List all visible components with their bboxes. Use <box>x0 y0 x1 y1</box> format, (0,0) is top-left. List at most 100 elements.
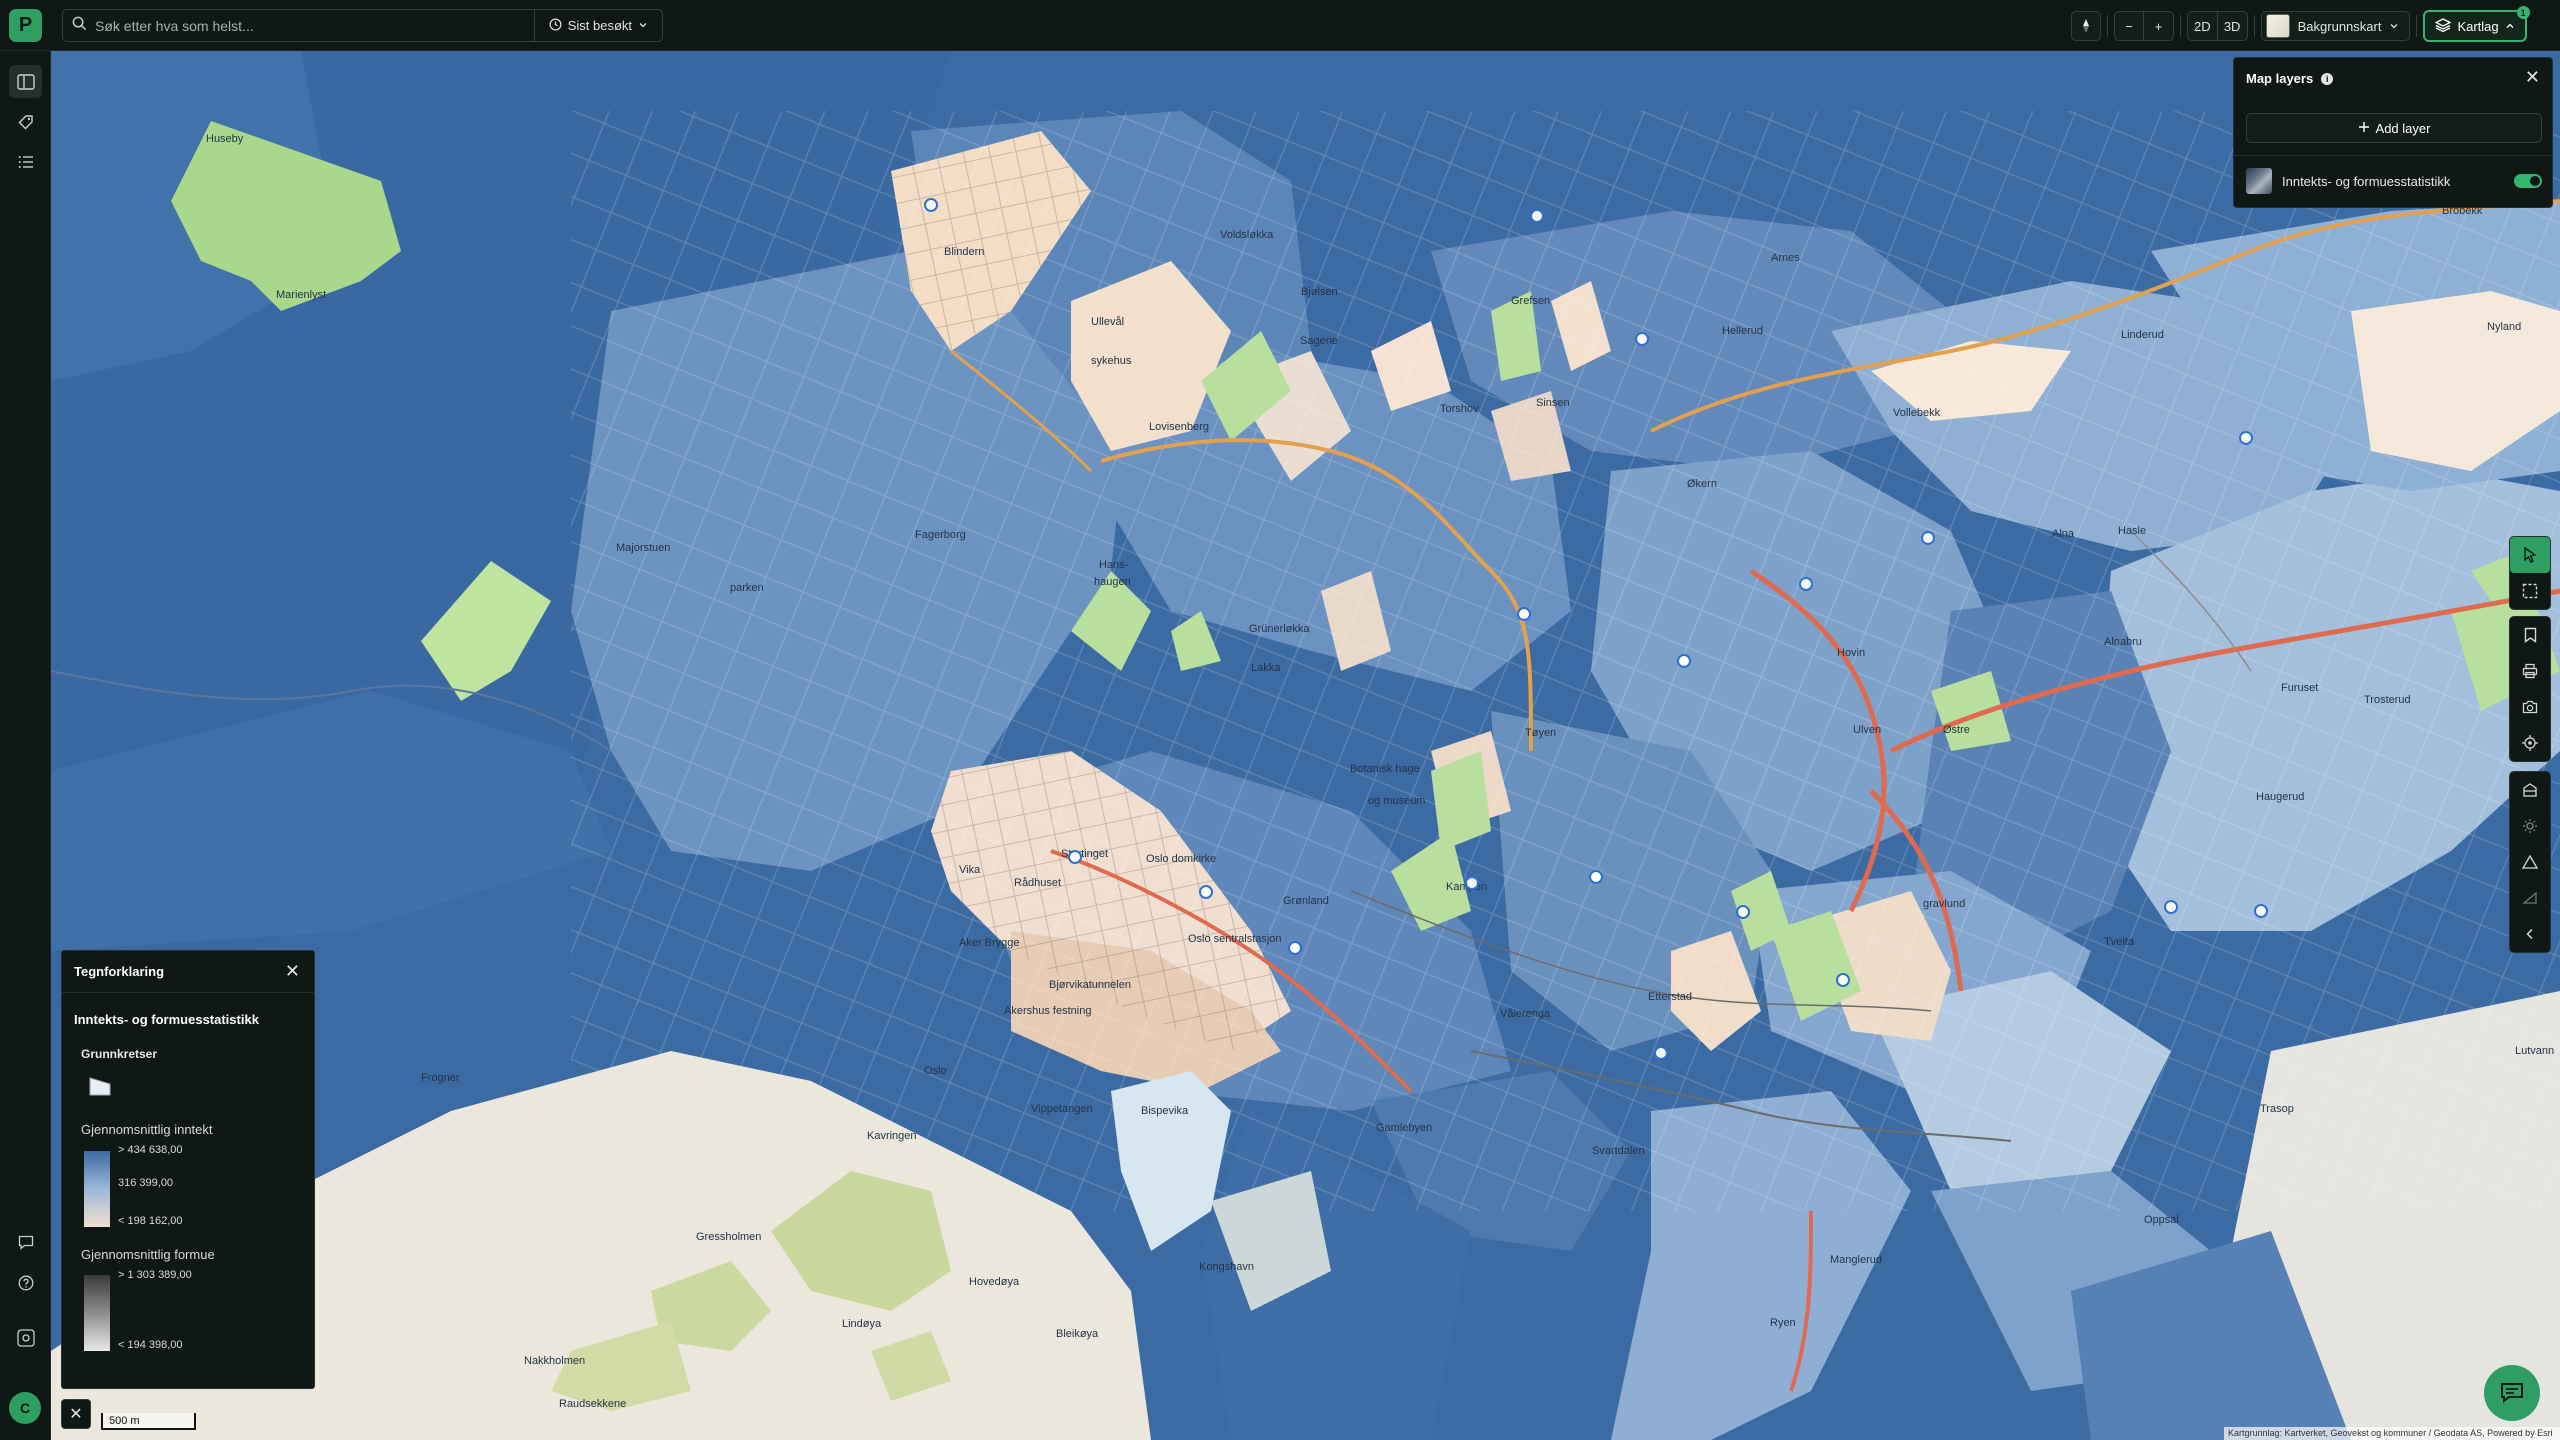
map-label: Frogner <box>421 1072 460 1084</box>
building-icon[interactable] <box>2510 772 2550 808</box>
zoom-out-button[interactable]: − <box>2114 11 2144 41</box>
scale-bar: 500 m <box>101 1413 196 1430</box>
tag-icon[interactable] <box>9 105 42 138</box>
wealth-low-label: < 194 398,00 <box>118 1339 183 1351</box>
map-attribution: Kartgrunnlag: Kartverket, Geovekst og ko… <box>2224 1427 2560 1440</box>
chevron-down-icon <box>2389 19 2399 34</box>
camera-icon[interactable] <box>2510 689 2550 725</box>
app-logo[interactable]: P <box>9 9 42 42</box>
map-label: Vollebekk <box>1893 407 1941 419</box>
map-label: Alnabru <box>2104 636 2142 648</box>
map-layers-panel: Map layers i ✕ Add layer Inntekts- og fo… <box>2233 57 2553 208</box>
user-avatar[interactable]: C <box>9 1392 41 1424</box>
map-label: Vika <box>959 864 981 876</box>
add-layer-button[interactable]: Add layer <box>2246 113 2542 143</box>
close-icon[interactable]: ✕ <box>285 962 300 980</box>
recent-dropdown[interactable]: Sist besøkt <box>533 10 662 41</box>
info-icon[interactable]: i <box>2321 72 2334 85</box>
compass-button[interactable] <box>2071 11 2101 41</box>
layer-visibility-toggle[interactable] <box>2514 174 2542 188</box>
close-legend-button[interactable]: ✕ <box>61 1399 91 1429</box>
map-label: Bispevika <box>1141 1105 1189 1117</box>
layers-button[interactable]: Kartlag 1 <box>2423 6 2530 42</box>
income-mid-label: 316 399,00 <box>118 1177 174 1189</box>
chevron-left-icon[interactable] <box>2510 916 2550 952</box>
map-label: parken <box>730 582 764 594</box>
map-label: Fagerborg <box>915 529 966 541</box>
settings-icon[interactable] <box>9 1321 42 1354</box>
wealth-color-ramp <box>84 1275 110 1351</box>
map-label: Vippetangen <box>1031 1103 1093 1115</box>
layer-row[interactable]: Inntekts- og formuesstatistikk <box>2246 165 2542 197</box>
map-label: Trosterud <box>2364 694 2411 706</box>
map-label: Sagene <box>1300 335 1338 347</box>
help-icon[interactable] <box>9 1266 42 1299</box>
shadow-icon[interactable] <box>2510 880 2550 916</box>
chevron-down-icon <box>638 18 648 33</box>
map-label: Nakkholmen <box>524 1355 585 1367</box>
background-thumbnail <box>2265 14 2290 38</box>
zoom-in-button[interactable]: + <box>2144 11 2174 41</box>
map-canvas[interactable]: Huseby Blindern Ullevål sykehus Lovisenb… <box>51 51 2560 1440</box>
left-sidebar: C <box>0 51 51 1440</box>
view-3d-button[interactable]: 3D <box>2217 11 2248 41</box>
map-label: Ryen <box>1770 1317 1796 1329</box>
map-label: Voldsløkka <box>1220 229 1274 241</box>
map-label: Hans- <box>1099 559 1129 571</box>
feedback-icon[interactable] <box>9 1226 42 1259</box>
map-label: Bjølsen <box>1301 286 1338 298</box>
search-input[interactable] <box>95 10 534 41</box>
map-label: Hovedøya <box>969 1276 1020 1288</box>
map-label: Furuset <box>2281 682 2318 694</box>
tool-group-actions <box>2509 616 2551 762</box>
map-label: Oslo <box>924 1065 947 1077</box>
layer-thumbnail <box>2246 168 2272 194</box>
chat-icon <box>2501 1383 2523 1404</box>
divider <box>2253 15 2255 37</box>
view-2d-button[interactable]: 2D <box>2187 11 2218 41</box>
measure-icon[interactable] <box>2510 844 2550 880</box>
list-icon[interactable] <box>9 145 42 178</box>
drag-handle-icon[interactable]: ⠿ <box>2465 1387 2478 1407</box>
map-label: Sinsen <box>1536 397 1570 409</box>
search-icon <box>63 16 95 35</box>
map-label: Vålerenga <box>1500 1008 1551 1020</box>
map-label: Torshov <box>1440 403 1479 415</box>
map-label: gravlund <box>1923 898 1965 910</box>
map-label: Akershus festning <box>1004 1005 1091 1017</box>
map-label: Kongshavn <box>1199 1261 1254 1273</box>
map-label: Rådhuset <box>1014 877 1061 889</box>
map-label: Alna <box>2052 528 2075 540</box>
map-label: Raudsekkene <box>559 1398 626 1410</box>
map-label: Nyland <box>2487 321 2521 333</box>
layers-count-badge: 1 <box>2516 6 2530 19</box>
map-label: Aker Brygge <box>959 937 1020 949</box>
compass-icon <box>2083 19 2089 33</box>
pointer-icon[interactable] <box>2510 537 2550 573</box>
map-label: Økern <box>1687 478 1717 490</box>
close-icon[interactable]: ✕ <box>2525 68 2540 86</box>
area-select-icon[interactable] <box>2510 573 2550 609</box>
top-bar: P Sist besøkt − + 2D 3D Bakgrunnskart <box>0 0 2560 51</box>
map-label: Stortinget <box>1061 848 1108 860</box>
map-label: Ulven <box>1853 724 1881 736</box>
sun-icon[interactable] <box>2510 808 2550 844</box>
background-map-select[interactable]: Bakgrunnskart <box>2260 11 2411 41</box>
map-label: Etterstad <box>1648 991 1692 1003</box>
map-label: Hellerud <box>1722 325 1763 337</box>
map-label: Hasle <box>2118 525 2146 537</box>
map-view-icon[interactable] <box>9 65 42 98</box>
map-label: Oppsal <box>2144 1214 2179 1226</box>
wealth-high-label: > 1 303 389,00 <box>118 1269 192 1281</box>
add-layer-label: Add layer <box>2375 120 2431 136</box>
bookmark-icon[interactable] <box>2510 617 2550 653</box>
divider <box>2180 15 2181 37</box>
map-label: Manglerud <box>1830 1254 1882 1266</box>
print-icon[interactable] <box>2510 653 2550 689</box>
locate-icon[interactable] <box>2510 725 2550 761</box>
tool-group-3d <box>2509 771 2551 953</box>
map-label: Grefsen <box>1511 295 1550 307</box>
map-layers-title-text: Map layers <box>2246 71 2314 86</box>
chat-button[interactable] <box>2484 1365 2540 1421</box>
map-label: haugen <box>1094 576 1131 588</box>
